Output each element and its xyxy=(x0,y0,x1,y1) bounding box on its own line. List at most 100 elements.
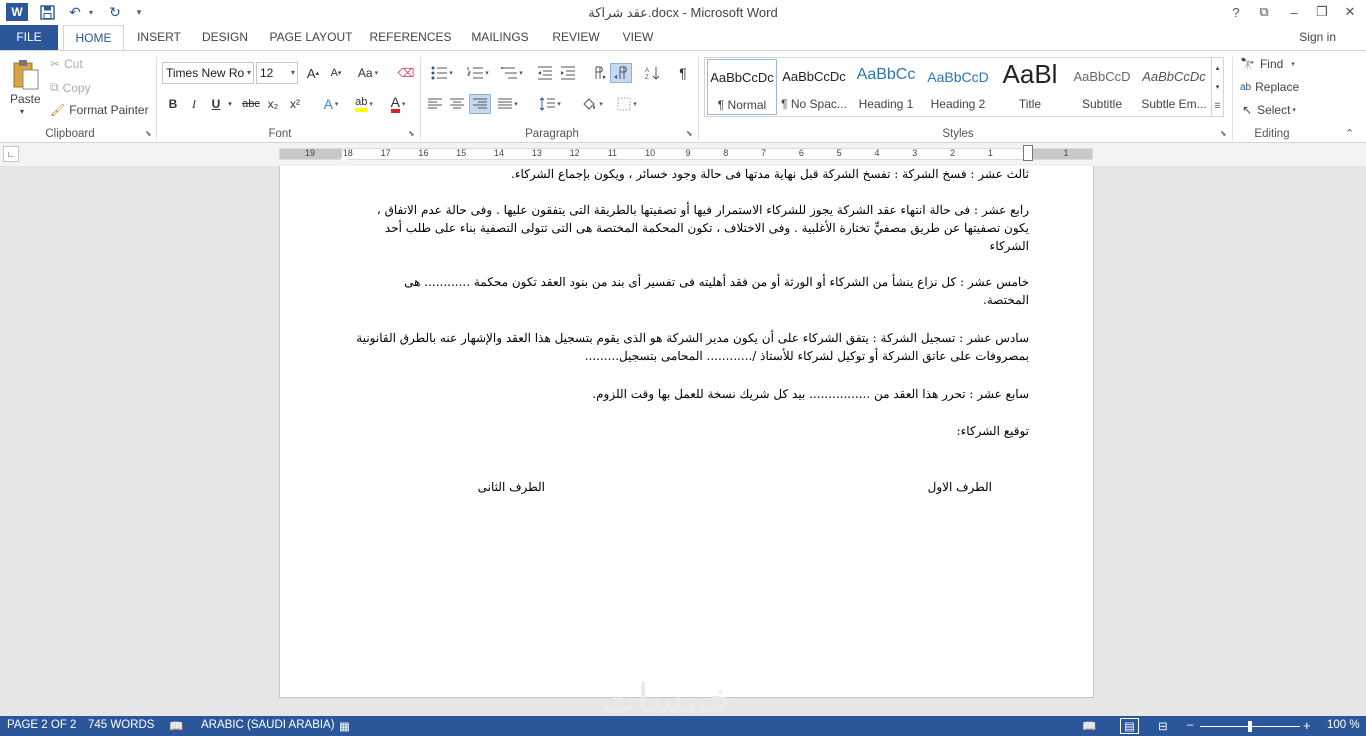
read-mode-icon[interactable]: 📖 xyxy=(1082,719,1096,733)
tab-insert[interactable]: INSERT xyxy=(132,25,186,50)
zoom-slider-thumb[interactable] xyxy=(1248,721,1252,732)
tab-view[interactable]: VIEW xyxy=(617,25,659,50)
align-center-icon[interactable] xyxy=(446,94,468,114)
subscript-button[interactable]: x₂ xyxy=(262,94,284,114)
clear-formatting-icon[interactable]: ⌫ xyxy=(395,63,417,83)
close-button[interactable]: ✕ xyxy=(1336,2,1364,22)
select-button[interactable]: ↖ Select ▾ xyxy=(1242,103,1296,117)
style-heading-1[interactable]: AaBbCc Heading 1 xyxy=(851,59,921,115)
styles-launcher-icon[interactable]: ⬊ xyxy=(1220,129,1227,138)
paragraph-launcher-icon[interactable]: ⬊ xyxy=(686,129,693,138)
tab-page-layout[interactable]: PAGE LAYOUT xyxy=(266,25,356,50)
document-page[interactable]: ثالث عشر : فسخ الشركة : تفسخ الشركة قبل … xyxy=(279,166,1094,698)
minimize-button[interactable]: – xyxy=(1280,2,1308,22)
copy-button[interactable]: ⧉ Copy xyxy=(50,80,91,95)
borders-icon[interactable]: ▾ xyxy=(612,94,642,114)
word-count[interactable]: 745 WORDS xyxy=(88,719,154,731)
paragraph[interactable]: رابع عشر : فى حالة انتهاء عقد الشركة يجو… xyxy=(356,201,1029,255)
multilevel-list-icon[interactable]: ▾ xyxy=(496,63,528,83)
decrease-indent-icon[interactable] xyxy=(534,63,556,83)
maximize-button[interactable]: ❐ xyxy=(1308,2,1336,22)
cut-button[interactable]: ✂ Cut xyxy=(50,57,83,71)
strikethrough-button[interactable]: abc xyxy=(240,94,262,114)
chevron-down-icon: ▾ xyxy=(246,68,251,77)
shrink-font-icon[interactable]: A ▾ xyxy=(325,63,347,83)
tab-mailings[interactable]: MAILINGS xyxy=(465,25,535,50)
tab-home[interactable]: HOME xyxy=(63,25,124,51)
line-spacing-icon[interactable]: ▾ xyxy=(534,94,566,114)
tab-design[interactable]: DESIGN xyxy=(197,25,253,50)
clipboard-launcher-icon[interactable]: ⬊ xyxy=(145,129,152,138)
collapse-ribbon-icon[interactable]: ⌃ xyxy=(1345,127,1354,140)
style-subtle-emphasis[interactable]: AaBbCcDc Subtle Em... xyxy=(1139,59,1209,115)
help-button[interactable]: ? xyxy=(1222,2,1250,22)
ribbon-display-options-icon[interactable]: ⧉ xyxy=(1250,2,1278,22)
show-formatting-marks-icon[interactable]: ¶ xyxy=(672,63,694,83)
tab-references[interactable]: REFERENCES xyxy=(369,25,452,50)
change-case-icon[interactable]: Aa ▾ xyxy=(353,63,383,83)
font-launcher-icon[interactable]: ⬊ xyxy=(408,129,415,138)
increase-indent-icon[interactable] xyxy=(557,63,579,83)
signature-second-party[interactable]: الطرف الثانى xyxy=(430,478,545,496)
text-effects-icon[interactable]: A ▾ xyxy=(316,94,346,114)
web-layout-icon[interactable]: ⊟ xyxy=(1158,719,1168,733)
sort-icon[interactable]: AZ xyxy=(642,63,664,83)
styles-scroll-down-icon[interactable]: ▾ xyxy=(1211,77,1223,96)
style-subtitle[interactable]: AaBbCcD Subtitle xyxy=(1067,59,1137,115)
print-layout-icon[interactable]: ▤ xyxy=(1120,718,1139,734)
zoom-slider[interactable] xyxy=(1200,721,1300,732)
replace-button[interactable]: ab Replace xyxy=(1240,80,1299,94)
styles-more-icon[interactable]: ☰ xyxy=(1211,96,1223,116)
style-title[interactable]: AaBl Title xyxy=(995,59,1065,115)
tab-file[interactable]: FILE xyxy=(0,25,58,50)
font-size-combo[interactable]: 12 ▾ xyxy=(256,62,298,84)
find-button[interactable]: 🔭 Find ▾ xyxy=(1240,57,1295,71)
ribbon: Paste ▾ ✂ Cut ⧉ Copy 🖌 Format Painter Clipb… xyxy=(0,50,1366,143)
superscript-button[interactable]: x² xyxy=(284,94,306,114)
replace-icon: ab xyxy=(1240,81,1252,93)
paste-button[interactable]: Paste xyxy=(10,92,41,106)
grow-font-icon[interactable]: A ▴ xyxy=(302,63,324,83)
format-painter-button[interactable]: 🖌 Format Painter xyxy=(50,103,149,117)
style-heading-2[interactable]: AaBbCcD Heading 2 xyxy=(923,59,993,115)
styles-scroll-up-icon[interactable]: ▴ xyxy=(1211,58,1223,77)
proofing-icon[interactable]: 📖 xyxy=(169,719,183,733)
style-no-spacing[interactable]: AaBbCcDc ¶ No Spac... xyxy=(779,59,849,115)
ruler-indent-marker[interactable] xyxy=(339,155,349,161)
bullets-icon[interactable]: ▾ xyxy=(426,63,458,83)
align-left-icon[interactable] xyxy=(424,94,446,114)
zoom-out-button[interactable]: – xyxy=(1187,719,1193,731)
rtl-direction-icon[interactable] xyxy=(610,63,632,83)
font-color-icon[interactable]: A ▾ xyxy=(382,94,414,114)
tab-selector-icon[interactable]: ∟ xyxy=(3,146,19,162)
horizontal-ruler[interactable]: 19 18 17 16 15 14 13 12 11 10 9 8 7 6 5 4 3 2 1 1 xyxy=(279,145,1093,161)
paragraph[interactable]: سادس عشر : تسجيل الشركة : يتفق الشركاء ع… xyxy=(356,329,1029,365)
paste-dropdown-icon[interactable]: ▾ xyxy=(20,107,24,116)
bold-button[interactable]: B xyxy=(162,94,184,114)
justify-icon[interactable]: ▾ xyxy=(492,94,524,114)
sign-in-link[interactable]: Sign in xyxy=(1299,30,1336,44)
paragraph[interactable]: خامس عشر : كل نزاع ينشأ من الشركاء أو ال… xyxy=(356,273,1029,309)
ruler-hanging-indent-marker[interactable] xyxy=(1023,145,1033,161)
paragraph[interactable]: توقيع الشركاء: xyxy=(356,422,1029,440)
style-name: Subtle Em... xyxy=(1141,97,1207,111)
underline-dropdown-icon[interactable]: ▾ xyxy=(224,94,236,114)
paste-icon[interactable] xyxy=(8,57,44,93)
zoom-in-button[interactable]: + xyxy=(1303,718,1311,733)
macro-record-icon[interactable]: ▦ xyxy=(339,719,350,733)
ltr-direction-icon[interactable] xyxy=(588,63,610,83)
paragraph[interactable]: سابع عشر : تحرر هذا العقد من ...........… xyxy=(356,385,1029,403)
language-status[interactable]: ARABIC (SAUDI ARABIA) xyxy=(201,719,335,731)
tab-review[interactable]: REVIEW xyxy=(548,25,604,50)
shading-icon[interactable]: ▾ xyxy=(575,94,609,114)
highlight-color-icon[interactable]: ab ▾ xyxy=(348,94,380,114)
paragraph[interactable]: ثالث عشر : فسخ الشركة : تفسخ الشركة قبل … xyxy=(356,166,1029,183)
italic-button[interactable]: I xyxy=(183,94,205,114)
font-name-combo[interactable]: Times New Ro ▾ xyxy=(162,62,254,84)
zoom-level[interactable]: 100 % xyxy=(1327,719,1360,731)
style-normal[interactable]: AaBbCcDc ¶ Normal xyxy=(707,59,777,115)
page-count[interactable]: PAGE 2 OF 2 xyxy=(7,719,76,731)
align-right-icon[interactable] xyxy=(469,94,491,114)
numbering-icon[interactable]: ▾ xyxy=(462,63,494,83)
signature-first-party[interactable]: الطرف الاول xyxy=(880,478,992,496)
